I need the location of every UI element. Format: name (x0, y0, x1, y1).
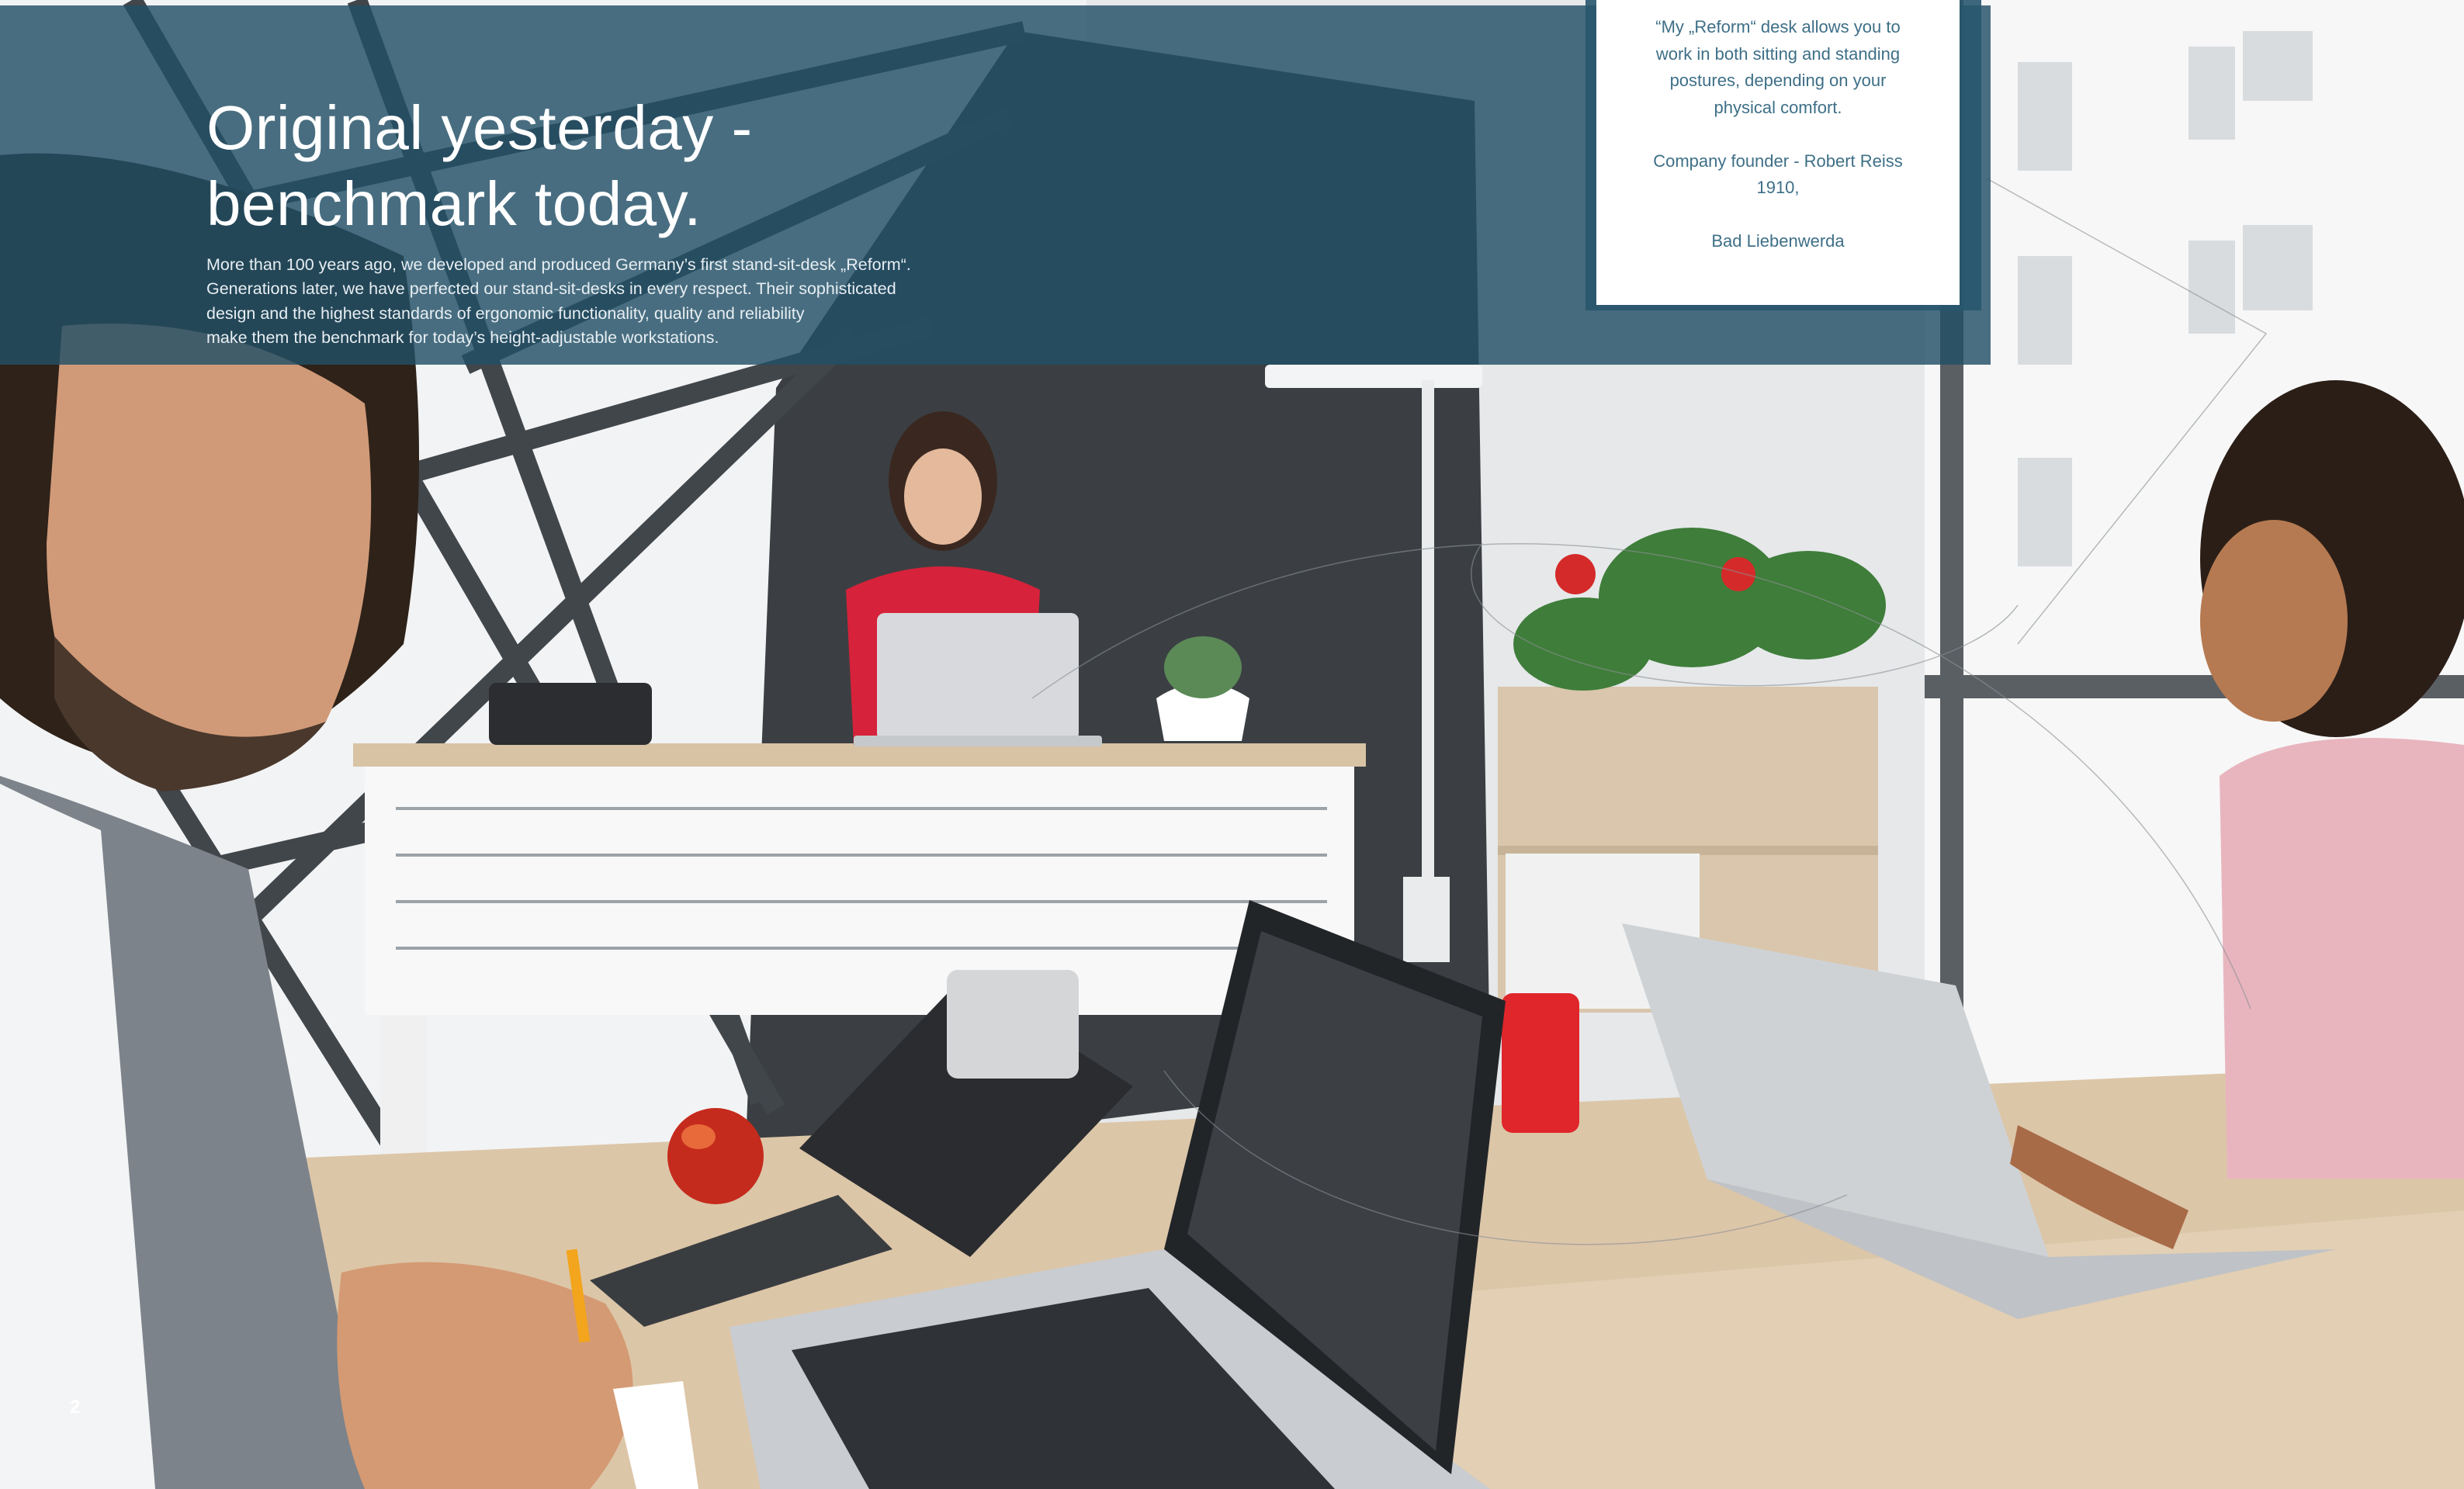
headline-line-2: benchmark today. (206, 168, 702, 238)
page-number: 2 (70, 1397, 81, 1418)
brochure-page: Original yesterday - benchmark today. Mo… (0, 0, 2464, 1489)
page-headline: Original yesterday - benchmark today. (206, 90, 1060, 242)
intro-paragraph: More than 100 years ago, we developed an… (206, 253, 1014, 351)
intro-line-2: Generations later, we have perfected our… (206, 279, 896, 298)
intro-line-3: design and the highest standards of ergo… (206, 303, 805, 323)
quote-line-4: physical comfort. (1714, 97, 1842, 117)
founder-quote: “My „Reform“ desk allows you to work in … (1615, 14, 1941, 255)
quote-line-3: postures, depending on your (1669, 71, 1887, 90)
quote-location: Bad Liebenwerda (1711, 231, 1845, 251)
quote-attribution-1: Company founder - Robert Reiss (1653, 151, 1903, 171)
intro-line-1: More than 100 years ago, we developed an… (206, 255, 911, 274)
quote-line-1: “My „Reform“ desk allows you to (1655, 17, 1901, 36)
quote-spacer (1615, 121, 1941, 148)
quote-card: “My „Reform“ desk allows you to work in … (1596, 0, 1960, 305)
quote-attribution-2: 1910, (1756, 178, 1800, 197)
intro-line-4: make them the benchmark for today’s heig… (206, 328, 719, 347)
headline-line-1: Original yesterday - (206, 92, 753, 162)
quote-line-2: work in both sitting and standing (1655, 43, 1901, 64)
quote-spacer-2 (1615, 202, 1941, 229)
